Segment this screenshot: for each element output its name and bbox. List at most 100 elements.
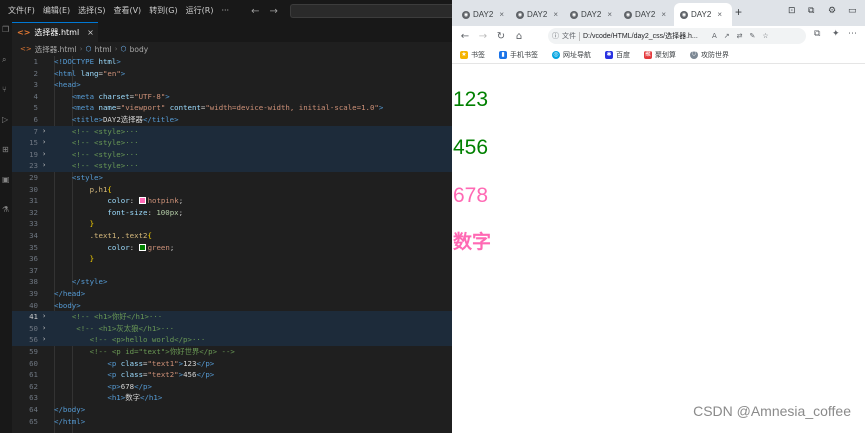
command-center-search[interactable] — [290, 4, 452, 18]
code-line[interactable]: 56 › <!-- <p>hello world</p>··· — [12, 334, 452, 346]
code-line[interactable]: 40 <body> — [12, 300, 452, 312]
fold-chevron-icon[interactable]: › — [42, 323, 46, 335]
more-icon[interactable]: ⋯ — [848, 29, 857, 39]
read-aloud-icon[interactable]: A — [712, 32, 717, 40]
code-line[interactable]: 29 <style> — [12, 172, 452, 184]
browser-tab[interactable]: ◉ DAY2 × — [618, 3, 672, 26]
code-line[interactable]: 50 › <!-- <h1>灰太狼</h1>··· — [12, 322, 452, 335]
code-line[interactable]: 34 .text1,.text2{ — [12, 230, 452, 242]
explorer-icon[interactable]: ❐ — [2, 26, 10, 34]
code-line[interactable]: 4 <meta charset="UTF-8"> — [12, 91, 452, 103]
code-line[interactable]: 30 p,h1{ — [12, 184, 452, 196]
code-line[interactable]: 23 › <!-- <style>··· — [12, 160, 452, 172]
bookmark-item[interactable]: ✱ 百度 — [605, 50, 630, 60]
code-line[interactable]: 60 <p class="text1">123</p> — [12, 358, 452, 370]
browser-tab[interactable]: ◉ DAY2 × — [456, 3, 510, 26]
browser-tab-active[interactable]: ◉ DAY2 × — [674, 3, 732, 26]
code-line[interactable]: 59 <!-- <p id="text">你好世界</p> --> — [12, 346, 452, 358]
bookmark-item[interactable]: 聚 聚划算 — [644, 50, 676, 60]
code-line[interactable]: 6 <title>DAY2选择器</title> — [12, 114, 452, 126]
menu-go[interactable]: 转到(G) — [145, 0, 181, 22]
remote-icon[interactable]: ▣ — [2, 176, 10, 184]
run-debug-icon[interactable]: ▷ — [2, 116, 10, 124]
code-line[interactable]: 63 <h1>数字</h1> — [12, 392, 452, 404]
element-icon: ⬡ — [120, 45, 127, 53]
code-line[interactable]: 19 › <!-- <style>··· — [12, 148, 452, 161]
close-icon[interactable]: × — [87, 28, 94, 37]
code-editor[interactable]: 1 <!DOCTYPE html> 2 <html lang="en"> 3 <head>… — [12, 56, 452, 433]
fold-chevron-icon[interactable]: › — [42, 137, 46, 149]
extensions-icon[interactable]: ⊞ — [2, 146, 10, 154]
browser-tab[interactable]: ◉ DAY2 × — [510, 3, 564, 26]
code-line[interactable]: 36 } — [12, 253, 452, 265]
code-line[interactable]: 1 <!DOCTYPE html> — [12, 56, 452, 68]
code-line[interactable]: 39 </head> — [12, 288, 452, 300]
star-icon[interactable]: ☆ — [762, 32, 768, 40]
fold-chevron-icon[interactable]: › — [42, 149, 46, 161]
close-icon[interactable]: × — [607, 10, 612, 19]
menu-run[interactable]: 运行(R) — [182, 0, 218, 22]
share-icon[interactable]: ↗ — [724, 32, 730, 40]
new-tab-button[interactable]: + — [735, 5, 742, 19]
extension-icon[interactable]: ⧉ — [808, 6, 814, 16]
menu-selection[interactable]: 选择(S) — [74, 0, 109, 22]
breadcrumb-file[interactable]: 选择器.html — [35, 44, 77, 55]
tab-search-icon[interactable]: ⊡ — [788, 6, 796, 16]
bookmark-item[interactable]: ◎ 网址导航 — [552, 50, 591, 60]
extensions-icon[interactable]: ✦ — [832, 29, 840, 39]
breadcrumb-html[interactable]: html — [95, 45, 112, 54]
tab-selector-html[interactable]: <> 选择器.html × — [12, 22, 98, 42]
menu-more[interactable]: ··· — [217, 0, 233, 22]
back-icon[interactable]: ← — [460, 31, 470, 42]
code-line[interactable]: 61 <p class="text2">456</p> — [12, 369, 452, 381]
code-line[interactable]: 38 </style> — [12, 276, 452, 288]
menu-view[interactable]: 查看(V) — [109, 0, 145, 22]
back-arrow-icon[interactable]: ← — [251, 6, 259, 17]
collections-icon[interactable]: ⧉ — [814, 29, 820, 39]
code-line[interactable]: 15 › <!-- <style>··· — [12, 137, 452, 149]
search-icon[interactable]: ⌕ — [2, 56, 10, 64]
source-control-icon[interactable]: ⑂ — [2, 86, 10, 94]
code-line[interactable]: 37 — [12, 265, 452, 277]
breadcrumb-body[interactable]: body — [130, 45, 149, 54]
close-icon[interactable]: × — [717, 10, 722, 19]
code-line[interactable]: 7 › <!-- <style>··· — [12, 125, 452, 138]
bookmark-item[interactable]: ★ 书签 — [460, 50, 485, 60]
code-line[interactable]: 62 <p>678</p> — [12, 381, 452, 393]
edit-icon[interactable]: ✎ — [750, 32, 756, 40]
reload-icon[interactable]: ↻ — [496, 31, 506, 42]
forward-icon[interactable]: → — [478, 31, 488, 42]
home-icon[interactable]: ⌂ — [514, 31, 524, 42]
code-line[interactable]: 64 </body> — [12, 404, 452, 416]
close-icon[interactable]: × — [661, 10, 666, 19]
code-line[interactable]: 33 } — [12, 218, 452, 230]
testing-icon[interactable]: ⚗ — [2, 206, 10, 214]
menu-file[interactable]: 文件(F) — [4, 0, 39, 22]
address-bar[interactable]: ⓘ 文件 D:/vcode/HTML/day2_css/选择器.h... A ↗… — [548, 28, 806, 44]
code-line[interactable]: 35 color: green; — [12, 242, 452, 254]
minimize-icon[interactable]: ▭ — [848, 6, 857, 16]
forward-arrow-icon[interactable]: → — [269, 6, 277, 17]
fold-chevron-icon[interactable]: › — [42, 126, 46, 138]
code-line[interactable]: 3 <head> — [12, 79, 452, 91]
code-line[interactable]: 32 font-size: 100px; — [12, 207, 452, 219]
code-line[interactable]: 2 <html lang="en"> — [12, 68, 452, 80]
close-icon[interactable]: × — [499, 10, 504, 19]
fold-chevron-icon[interactable]: › — [42, 334, 46, 346]
fold-chevron-icon[interactable]: › — [42, 311, 46, 323]
bookmark-item[interactable]: ▮ 手机书签 — [499, 50, 538, 60]
code-line[interactable]: 41 › <!-- <h1>你好</h1>··· — [12, 311, 452, 323]
info-icon[interactable]: ⓘ — [552, 31, 559, 41]
code-line[interactable]: 31 color: hotpink; — [12, 195, 452, 207]
fold-chevron-icon[interactable]: › — [42, 160, 46, 172]
code-line[interactable]: 65 </html> — [12, 416, 452, 428]
translate-icon[interactable]: ⇄ — [737, 32, 743, 40]
address-url[interactable]: D:/vcode/HTML/day2_css/选择器.h... — [583, 31, 705, 41]
bookmark-item[interactable]: ⛉ 攻防世界 — [690, 50, 729, 60]
settings-icon[interactable]: ⚙ — [828, 6, 836, 16]
code-line[interactable]: 5 <meta name="viewport" content="width=d… — [12, 102, 452, 114]
menu-edit[interactable]: 编辑(E) — [39, 0, 74, 22]
browser-tab[interactable]: ◉ DAY2 × — [564, 3, 618, 26]
close-icon[interactable]: × — [553, 10, 558, 19]
line-number: 33 — [29, 219, 38, 229]
